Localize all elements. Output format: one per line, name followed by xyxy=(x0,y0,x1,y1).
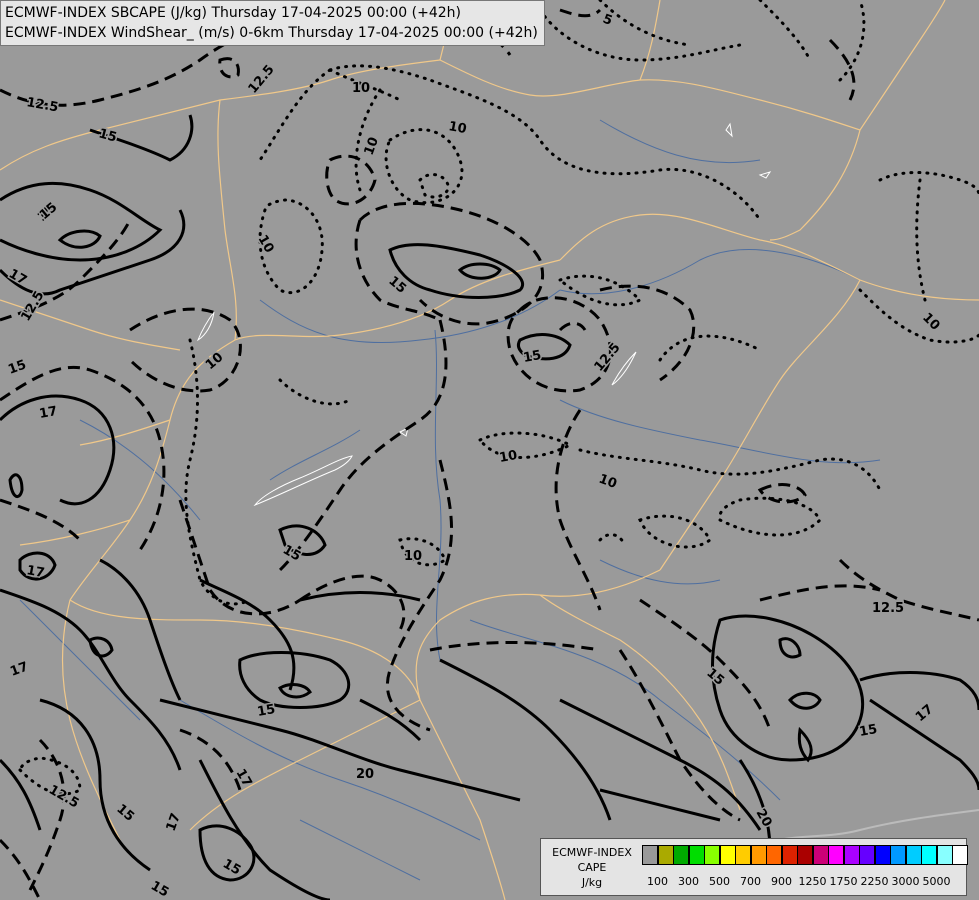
legend-tick-label: 700 xyxy=(740,875,761,888)
contour-label: 15 xyxy=(522,348,542,366)
legend-swatch xyxy=(812,845,829,865)
legend-tick-label: 3000 xyxy=(891,875,920,888)
legend-tick-label: 1250 xyxy=(798,875,827,888)
legend-swatch xyxy=(642,845,658,865)
legend-swatch xyxy=(766,845,782,865)
legend-tick-label: 1750 xyxy=(829,875,858,888)
legend-tick-label: 500 xyxy=(709,875,730,888)
contour-label: 15 xyxy=(858,722,878,740)
legend-tick-label: 2250 xyxy=(860,875,889,888)
cape-legend: ECMWF-INDEX CAPE J/kg 100 300 500 700 900 125… xyxy=(540,838,968,896)
legend-swatch xyxy=(797,845,813,865)
contour-label: 10 xyxy=(498,448,518,466)
contour-label: 10 xyxy=(447,119,467,137)
legend-title: ECMWF-INDEX CAPE J/kg xyxy=(545,845,639,890)
legend-tick-label: 900 xyxy=(771,875,792,888)
legend-swatch xyxy=(719,845,736,865)
map-title: ECMWF-INDEX SBCAPE (J/kg) Thursday 17-04… xyxy=(0,0,545,46)
legend-swatch xyxy=(952,845,968,865)
legend-swatch xyxy=(843,845,860,865)
legend-swatch xyxy=(874,845,891,865)
legend-swatch xyxy=(859,845,875,865)
legend-title-source: ECMWF-INDEX xyxy=(552,846,632,859)
legend-title-variable: CAPE xyxy=(577,861,607,874)
legend-swatch xyxy=(936,845,953,865)
legend-swatch xyxy=(673,845,689,865)
contour-label: 10 xyxy=(352,81,370,96)
contour-label: 17 xyxy=(38,404,58,422)
legend-swatch xyxy=(704,845,720,865)
contour-label: 15 xyxy=(256,702,276,720)
weather-map: 12.5 12.5 15 15 17 12.5 15 17 10 10 10 1… xyxy=(0,0,979,900)
contour-label: 20 xyxy=(356,767,374,782)
legend-swatch xyxy=(657,845,674,865)
legend-swatch xyxy=(781,845,798,865)
legend-tick-label: 300 xyxy=(678,875,699,888)
legend-tick-label: 100 xyxy=(647,875,668,888)
legend-swatch xyxy=(688,845,705,865)
legend-swatch xyxy=(750,845,767,865)
title-line-windshear: ECMWF-INDEX WindShear_ (m/s) 0-6km Thurs… xyxy=(5,25,538,41)
legend-swatch xyxy=(890,845,906,865)
contour-label: 10 xyxy=(404,549,422,564)
contour-label: 17 xyxy=(25,563,45,581)
contour-label: 12.5 xyxy=(872,601,904,616)
legend-swatch xyxy=(735,845,751,865)
legend-title-unit: J/kg xyxy=(581,876,603,889)
legend-tick-label: 5000 xyxy=(922,875,951,888)
legend-swatch xyxy=(921,845,937,865)
legend-swatch xyxy=(828,845,844,865)
title-line-cape: ECMWF-INDEX SBCAPE (J/kg) Thursday 17-04… xyxy=(5,5,461,21)
legend-swatch xyxy=(905,845,922,865)
